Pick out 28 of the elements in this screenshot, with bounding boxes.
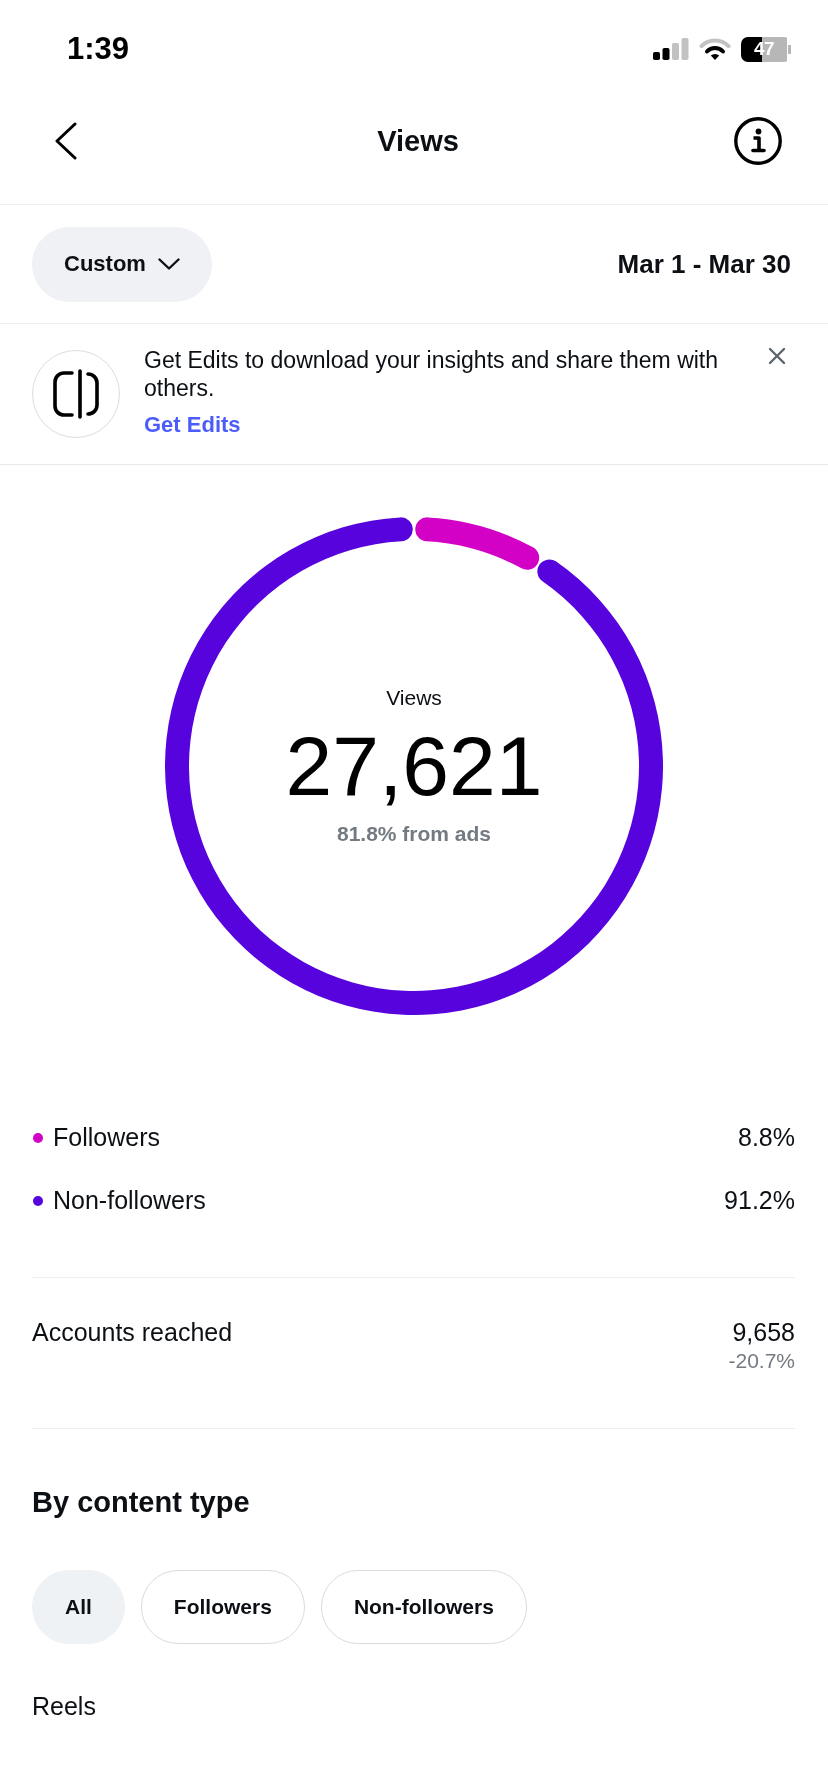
range-dropdown[interactable]: Custom bbox=[32, 226, 212, 302]
views-total: 27,621 bbox=[285, 720, 543, 811]
app-logo-icon bbox=[32, 350, 120, 438]
metric-change: -20.7% bbox=[728, 1348, 795, 1374]
page-title: Views bbox=[377, 124, 459, 158]
signal-icon bbox=[653, 38, 689, 60]
date-range-text: Mar 1 - Mar 30 bbox=[617, 248, 791, 280]
metric-label: Accounts reached bbox=[32, 1317, 233, 1348]
ads-share-text: 81.8% from ads bbox=[336, 820, 492, 847]
subsection-title: Reels bbox=[32, 1691, 97, 1722]
clock-time: 1:39 bbox=[67, 31, 130, 67]
back-icon[interactable] bbox=[54, 122, 78, 160]
legend-label: Followers bbox=[53, 1123, 160, 1152]
legend-value: 91.2% bbox=[724, 1186, 795, 1215]
filter-chip[interactable]: All bbox=[32, 1570, 125, 1644]
section-title: By content type bbox=[32, 1485, 251, 1520]
legend-label: Non-followers bbox=[53, 1186, 206, 1215]
banner-message: Get Edits to download your insights and share them with others. bbox=[144, 346, 720, 402]
info-icon[interactable] bbox=[734, 117, 782, 165]
views-label: Views bbox=[386, 684, 442, 711]
metric-value: 9,658 bbox=[732, 1317, 795, 1348]
get-edits-link[interactable]: Get Edits bbox=[144, 411, 241, 439]
close-icon[interactable] bbox=[768, 347, 786, 365]
chevron-down-icon bbox=[157, 258, 180, 270]
wifi-icon bbox=[699, 38, 731, 60]
legend-value: 8.8% bbox=[738, 1123, 795, 1152]
filter-chip[interactable]: Non-followers bbox=[320, 1570, 527, 1644]
filter-chip[interactable]: Followers bbox=[140, 1570, 305, 1644]
